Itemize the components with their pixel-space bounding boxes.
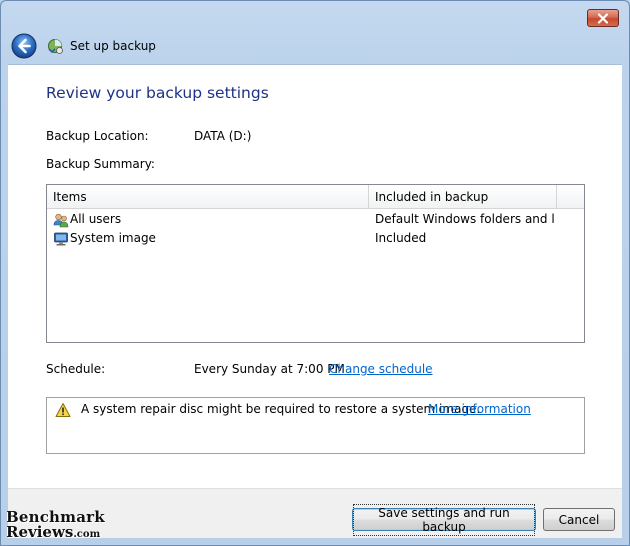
backup-location-label: Backup Location: <box>46 129 149 143</box>
column-separator <box>556 185 557 209</box>
item-included: Default Windows folders and lo... <box>375 212 555 226</box>
item-included: Included <box>375 231 427 245</box>
warning-box: A system repair disc might be required t… <box>46 397 585 454</box>
more-information-link[interactable]: More information <box>428 402 531 416</box>
backup-summary-label: Backup Summary: <box>46 157 155 171</box>
backup-summary-list[interactable]: Items Included in backup All users Defau… <box>46 184 585 343</box>
change-schedule-link[interactable]: Change schedule <box>329 362 433 376</box>
close-icon <box>597 12 609 24</box>
backup-app-icon <box>46 37 64 55</box>
schedule-label: Schedule: <box>46 362 106 376</box>
item-name: System image <box>70 231 156 245</box>
close-button[interactable] <box>587 9 619 27</box>
main-content: Review your backup settings Backup Locat… <box>8 64 622 488</box>
users-icon <box>53 213 69 228</box>
page-heading: Review your backup settings <box>46 84 269 102</box>
navigation-bar: Set up backup <box>9 30 621 62</box>
list-item[interactable]: All users Default Windows folders and lo… <box>47 210 584 229</box>
warning-icon <box>55 403 71 417</box>
back-button[interactable] <box>11 33 37 59</box>
computer-icon <box>54 232 68 246</box>
list-item[interactable]: System image Included <box>47 229 584 248</box>
watermark-line2-text: Reviews <box>6 523 74 541</box>
warning-text: A system repair disc might be required t… <box>81 402 481 416</box>
list-header: Items Included in backup <box>47 185 584 209</box>
back-arrow-icon <box>11 33 37 59</box>
cancel-button[interactable]: Cancel <box>543 508 615 531</box>
watermark-line2: Reviews.com <box>6 523 100 541</box>
watermark-suffix: .com <box>73 529 101 540</box>
benchmark-reviews-watermark: Benchmark Reviews.com <box>6 508 106 542</box>
cancel-label: Cancel <box>558 512 600 527</box>
window-title: Set up backup <box>70 39 156 53</box>
backup-location-value: DATA (D:) <box>194 129 252 143</box>
item-name: All users <box>70 212 122 226</box>
save-and-run-backup-label: Save settings and run backup <box>353 503 535 536</box>
column-header-included[interactable]: Included in backup <box>369 185 556 209</box>
schedule-value: Every Sunday at 7:00 PM <box>194 362 345 376</box>
column-header-items[interactable]: Items <box>47 185 368 209</box>
save-and-run-backup-button[interactable]: Save settings and run backup <box>352 503 536 536</box>
